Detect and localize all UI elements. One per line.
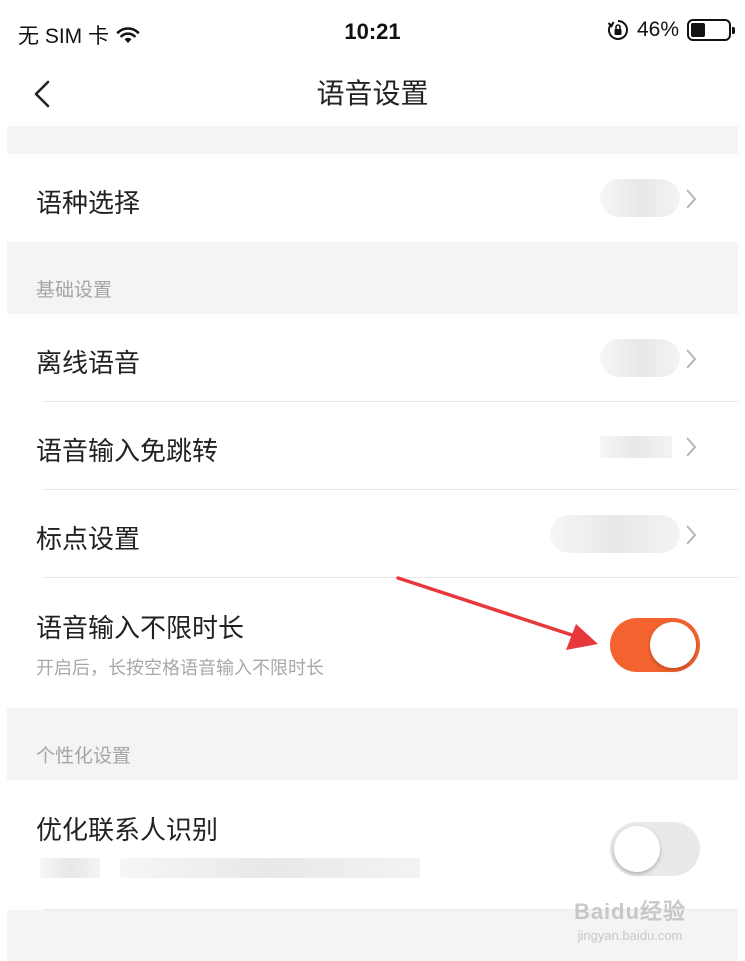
unlimited-duration-row: 语音输入不限时长 开启后，长按空格语音输入不限时长 bbox=[7, 578, 738, 708]
status-right: 46% bbox=[607, 18, 735, 42]
chevron-right-icon bbox=[686, 525, 697, 545]
punctuation-value-redacted bbox=[550, 515, 680, 553]
offline-voice-value-redacted bbox=[600, 339, 680, 377]
navigation-bar: 语音设置 bbox=[0, 64, 745, 126]
chevron-right-icon bbox=[686, 437, 697, 457]
unlimited-duration-description: 开启后，长按空格语音输入不限时长 bbox=[36, 658, 324, 678]
battery-percent: 46% bbox=[636, 18, 679, 41]
basic-settings-header bbox=[7, 242, 738, 314]
toggle-knob bbox=[614, 826, 660, 872]
toggle-knob bbox=[650, 622, 696, 668]
chevron-right-icon bbox=[686, 189, 697, 209]
no-jump-row[interactable]: 语音输入免跳转 bbox=[7, 402, 738, 490]
contact-recognition-label: 优化联系人识别 bbox=[36, 815, 219, 845]
watermark-url: jingyan.baidu.com bbox=[577, 928, 683, 943]
punctuation-row[interactable]: 标点设置 bbox=[7, 490, 738, 578]
no-jump-label: 语音输入免跳转 bbox=[36, 436, 219, 466]
no-jump-value-redacted bbox=[600, 436, 672, 458]
chevron-right-icon bbox=[686, 349, 697, 369]
watermark-logo-text: Baidu经验 bbox=[573, 899, 687, 924]
basic-settings-title: 基础设置 bbox=[36, 280, 113, 301]
unlimited-duration-toggle[interactable] bbox=[610, 618, 700, 672]
battery-fill bbox=[691, 23, 706, 37]
orientation-lock-icon bbox=[607, 20, 628, 40]
language-selection-label: 语种选择 bbox=[36, 188, 141, 218]
contact-description-redacted-1 bbox=[40, 858, 100, 878]
punctuation-label: 标点设置 bbox=[36, 524, 141, 554]
contact-description-redacted-2 bbox=[120, 858, 420, 878]
personalization-title: 个性化设置 bbox=[36, 746, 132, 767]
contact-recognition-toggle[interactable] bbox=[610, 822, 700, 876]
page-title: 语音设置 bbox=[316, 78, 429, 109]
unlimited-duration-label: 语音输入不限时长 bbox=[36, 613, 245, 643]
offline-voice-row[interactable]: 离线语音 bbox=[7, 314, 738, 402]
status-bar: 无 SIM 卡 10:21 46% bbox=[0, 0, 745, 64]
battery-icon bbox=[687, 19, 735, 41]
section-spacer bbox=[7, 126, 738, 154]
language-value-redacted bbox=[600, 179, 680, 217]
language-selection-row[interactable]: 语种选择 bbox=[7, 154, 738, 242]
contact-recognition-row: 优化联系人识别 bbox=[7, 780, 738, 910]
offline-voice-label: 离线语音 bbox=[36, 348, 141, 378]
baidu-watermark: Baidu经验 jingyan.baidu.com bbox=[555, 894, 705, 943]
